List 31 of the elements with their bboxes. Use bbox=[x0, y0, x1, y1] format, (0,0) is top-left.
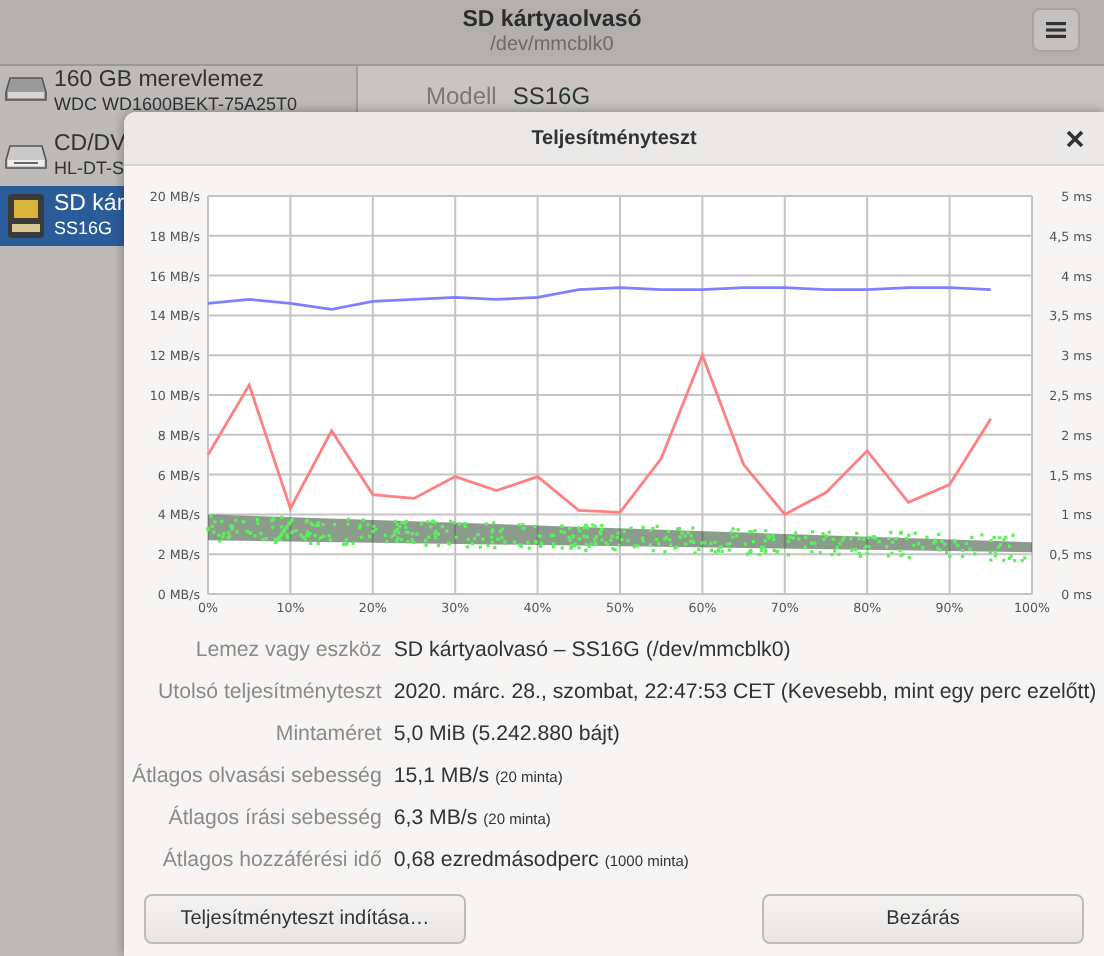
drive-list-item[interactable]: 160 GB merevlemez WDC WD1600BEKT-75A25T0 bbox=[0, 66, 356, 126]
info-label: Átlagos írási sebesség bbox=[166, 803, 382, 834]
info-label: Utolsó teljesítményteszt bbox=[155, 678, 382, 708]
window-subtitle: /dev/mmcblk0 bbox=[488, 34, 616, 58]
drive-list-item[interactable]: CD/DV HL-DT-S bbox=[0, 126, 356, 186]
drive-model: WDC WD1600BEKT-75A25T0 bbox=[54, 95, 298, 113]
drive-name: CD/DV bbox=[54, 134, 126, 158]
info-label: Átlagos olvasási sebesség bbox=[132, 761, 382, 792]
info-value: SD kártyaolvasó – SS16G (/dev/mmcblk0) bbox=[393, 636, 791, 666]
close-icon[interactable] bbox=[1066, 130, 1084, 148]
info-value: 5,0 MiB (5.242.880 bájt) bbox=[393, 720, 620, 750]
info-value: 2020. márc. 28., szombat, 22:47:53 CET (Kevesebb, mint egy perc ezelőtt) bbox=[393, 678, 1097, 708]
drive-name: SD kár bbox=[54, 194, 125, 218]
model-value: SS16G bbox=[512, 82, 591, 110]
window-title: SD kártyaolvasó bbox=[462, 6, 642, 34]
menu-button[interactable] bbox=[1032, 8, 1080, 52]
info-label: Lemez vagy eszköz bbox=[193, 636, 382, 666]
info-value: 6,3 MB/s bbox=[393, 804, 478, 834]
drive-name: 160 GB merevlemez bbox=[54, 70, 266, 93]
info-value: 15,1 MB/s bbox=[393, 762, 490, 792]
dialog-title: Teljesítményteszt bbox=[531, 127, 697, 149]
model-label: Modell bbox=[426, 82, 497, 110]
menu-icon bbox=[1046, 20, 1066, 40]
dialog-button[interactable]: Teljesítményteszt indítása… bbox=[144, 894, 466, 944]
dialog-button[interactable]: Bezárás bbox=[762, 894, 1084, 944]
drive-model: HL-DT-S bbox=[54, 159, 126, 178]
sd-card-icon bbox=[4, 192, 48, 240]
info-value: 0,68 ezredmásodperc bbox=[393, 846, 599, 876]
drive-model: SS16G bbox=[54, 219, 115, 238]
info-label: Mintaméret bbox=[273, 720, 382, 750]
info-label: Átlagos hozzáférési idő bbox=[160, 845, 382, 876]
